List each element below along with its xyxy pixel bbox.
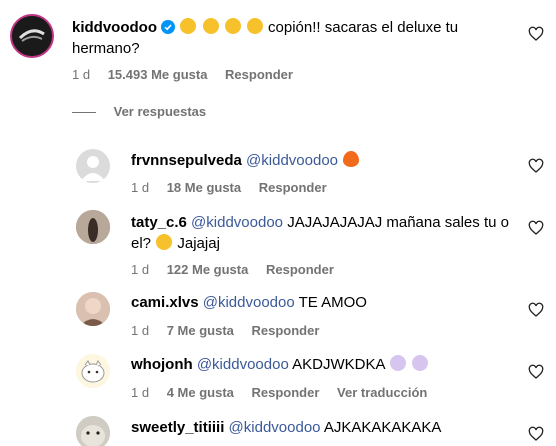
comment-time[interactable]: 1 d — [131, 180, 149, 195]
comment-text: AKDJWKDKA — [292, 356, 385, 373]
comment-time[interactable]: 1 d — [72, 67, 90, 82]
comment-meta: 1 d 18 Me gusta Responder — [131, 180, 327, 195]
verified-badge-icon — [161, 20, 176, 34]
avatar[interactable] — [76, 416, 110, 446]
reply-button[interactable]: Responder — [266, 262, 334, 277]
comment-time[interactable]: 1 d — [131, 385, 149, 400]
like-count[interactable]: 18 Me gusta — [167, 180, 241, 195]
username[interactable]: frvnnsepulveda — [131, 152, 242, 169]
reply-comment: sweetly_titiiii @kiddvoodoo AJKAKAKAKAKA — [0, 408, 556, 446]
view-replies-button[interactable]: Ver respuestas — [72, 104, 206, 119]
fire-emoji-icon — [343, 151, 360, 167]
mention-link[interactable]: @kiddvoodoo — [229, 419, 321, 436]
avatar[interactable] — [76, 354, 110, 388]
username[interactable]: whojonh — [131, 356, 193, 373]
avatar[interactable] — [76, 210, 110, 244]
main-comment: kiddvoodoo copión!! sacaras el deluxe tu… — [0, 0, 556, 100]
rofl-emoji-icon — [180, 18, 197, 34]
purple-heart-emoji-icon — [389, 355, 406, 371]
like-count[interactable]: 4 Me gusta — [167, 385, 234, 400]
avatar-image — [12, 16, 52, 56]
comment-body: sweetly_titiiii @kiddvoodoo AJKAKAKAKAKA — [131, 417, 511, 438]
comment-body: kiddvoodoo copión!! sacaras el deluxe tu… — [72, 17, 512, 59]
comment-text: AJKAKAKAKAKA — [323, 419, 442, 436]
reply-button[interactable]: Responder — [252, 385, 320, 400]
username[interactable]: kiddvoodoo — [72, 19, 157, 36]
mention-link[interactable]: @kiddvoodoo — [203, 294, 295, 311]
avatar-image — [76, 416, 110, 446]
username[interactable]: cami.xlvs — [131, 294, 199, 311]
avatar-image — [76, 354, 110, 388]
like-count[interactable]: 122 Me gusta — [167, 262, 249, 277]
username[interactable]: taty_c.6 — [131, 214, 187, 231]
reply-comment: taty_c.6 @kiddvoodoo JAJAJAJAJAJ mañana … — [0, 204, 556, 284]
comment-time[interactable]: 1 d — [131, 323, 149, 338]
reply-button[interactable]: Responder — [225, 67, 293, 82]
heart-outline-icon[interactable] — [528, 302, 544, 318]
comment-body: whojonh @kiddvoodoo AKDJWKDKA — [131, 354, 511, 375]
comment-meta: 1 d 7 Me gusta Responder — [131, 323, 319, 338]
reply-comment: whojonh @kiddvoodoo AKDJWKDKA 1 d 4 Me g… — [0, 346, 556, 402]
comment-text: TE AMOO — [298, 294, 367, 311]
divider-line — [72, 112, 96, 114]
username[interactable]: sweetly_titiiii — [131, 419, 224, 436]
avatar-image — [76, 210, 110, 244]
comment-text-after: Jajajaj — [177, 235, 220, 252]
comment-meta: 1 d 122 Me gusta Responder — [131, 262, 334, 277]
avatar[interactable] — [76, 149, 110, 183]
translate-button[interactable]: Ver traducción — [337, 385, 427, 400]
comment-meta: 1 d 4 Me gusta Responder Ver traducción — [131, 385, 427, 400]
rofl-emoji-icon — [202, 18, 219, 34]
avatar-image — [76, 292, 110, 326]
laughing-emoji-icon — [156, 234, 173, 250]
mention-link[interactable]: @kiddvoodoo — [197, 356, 289, 373]
purple-heart-emoji-icon — [412, 355, 429, 371]
comment-body: taty_c.6 @kiddvoodoo JAJAJAJAJAJ mañana … — [131, 212, 516, 254]
reply-comment: frvnnsepulveda @kiddvoodoo 1 d 18 Me gus… — [0, 140, 556, 200]
avatar[interactable] — [76, 292, 110, 326]
mention-link[interactable]: @kiddvoodoo — [246, 152, 338, 169]
comment-body: frvnnsepulveda @kiddvoodoo — [131, 150, 511, 171]
view-replies-label: Ver respuestas — [113, 104, 207, 119]
mention-link[interactable]: @kiddvoodoo — [191, 214, 283, 231]
heart-outline-icon[interactable] — [528, 426, 544, 442]
comment-meta: 1 d 15.493 Me gusta Responder — [72, 67, 293, 82]
heart-outline-icon[interactable] — [528, 26, 544, 42]
avatar[interactable] — [10, 14, 54, 58]
heart-outline-icon[interactable] — [528, 158, 544, 174]
comment-time[interactable]: 1 d — [131, 262, 149, 277]
rofl-emoji-icon — [224, 18, 241, 34]
heart-outline-icon[interactable] — [528, 220, 544, 236]
rofl-emoji-icon — [246, 18, 263, 34]
like-count[interactable]: 7 Me gusta — [167, 323, 234, 338]
reply-button[interactable]: Responder — [259, 180, 327, 195]
default-avatar-icon — [81, 156, 105, 181]
reply-button[interactable]: Responder — [252, 323, 320, 338]
like-count[interactable]: 15.493 Me gusta — [108, 67, 208, 82]
reply-comment: cami.xlvs @kiddvoodoo TE AMOO 1 d 7 Me g… — [0, 286, 556, 342]
comment-body: cami.xlvs @kiddvoodoo TE AMOO — [131, 292, 511, 313]
heart-outline-icon[interactable] — [528, 364, 544, 380]
